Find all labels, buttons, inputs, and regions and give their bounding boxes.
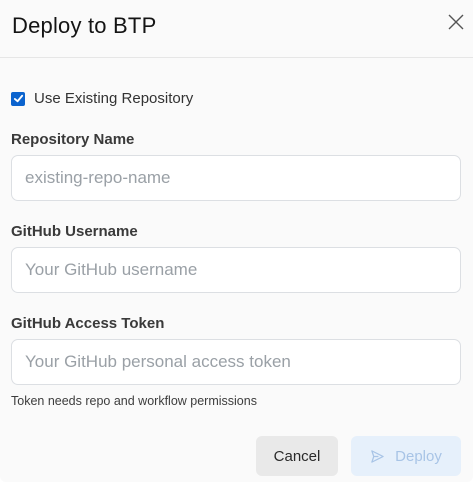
token-hint: Token needs repo and workflow permission… <box>11 394 257 408</box>
github-username-field[interactable] <box>11 247 461 293</box>
deploy-label: Deploy <box>395 447 442 465</box>
cancel-button[interactable]: Cancel <box>256 436 338 476</box>
dialog-header: Deploy to BTP <box>0 0 473 58</box>
github-username-input[interactable] <box>25 260 447 280</box>
github-username-label: GitHub Username <box>11 223 138 240</box>
use-existing-repo-label[interactable]: Use Existing Repository <box>34 90 193 107</box>
close-button[interactable] <box>443 9 469 35</box>
github-token-field[interactable] <box>11 339 461 385</box>
deploy-button[interactable]: Deploy <box>351 436 461 476</box>
use-existing-repo-row[interactable]: Use Existing Repository <box>11 90 193 107</box>
dialog-title: Deploy to BTP <box>12 13 157 38</box>
close-icon <box>448 14 464 30</box>
send-icon <box>370 449 385 464</box>
deploy-dialog: Deploy to BTP Use Existing Repository Re… <box>0 0 473 482</box>
use-existing-repo-checkbox[interactable] <box>11 91 25 106</box>
repository-name-input[interactable] <box>25 168 447 188</box>
github-token-input[interactable] <box>25 352 447 372</box>
repository-name-label: Repository Name <box>11 131 135 148</box>
checkmark-icon <box>13 94 23 103</box>
repository-name-field[interactable] <box>11 155 461 201</box>
github-token-label: GitHub Access Token <box>11 315 165 332</box>
